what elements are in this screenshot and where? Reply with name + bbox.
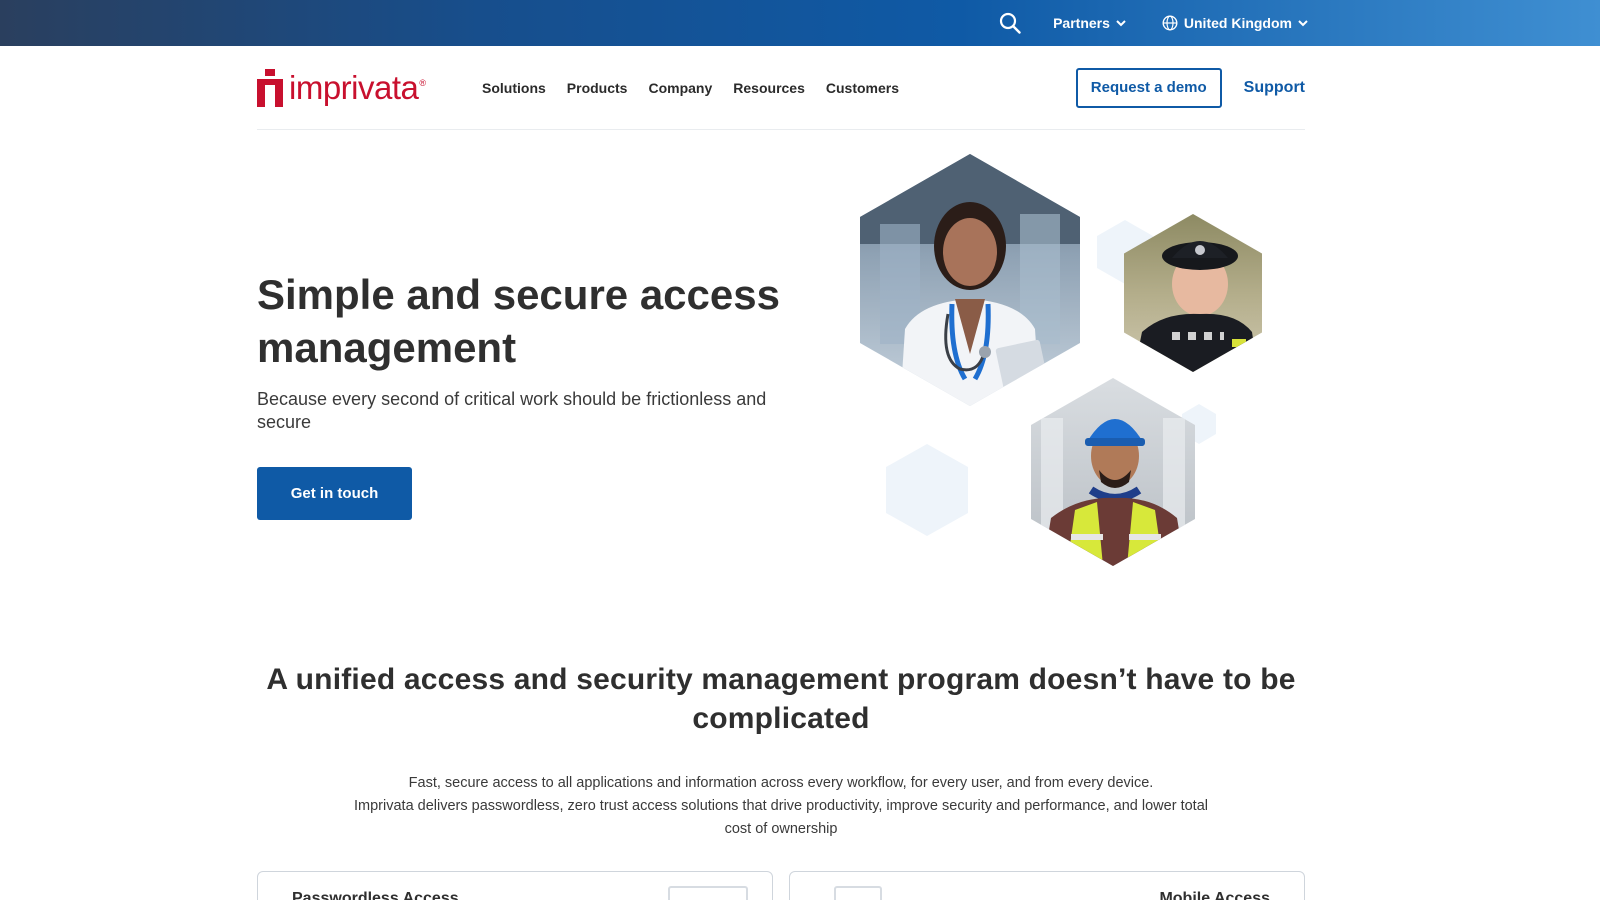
partners-menu[interactable]: Partners: [1053, 15, 1126, 31]
request-demo-button[interactable]: Request a demo: [1075, 67, 1222, 108]
primary-nav-links: Solutions Products Company Resources Cus…: [482, 80, 899, 96]
logo-mark-icon: [257, 68, 283, 107]
search-icon: [999, 12, 1021, 34]
section-heading: A unified access and security management…: [266, 663, 1296, 735]
nav-resources[interactable]: Resources: [733, 80, 805, 96]
imprivata-logo[interactable]: imprivata ®: [257, 66, 426, 110]
section-body: Fast, secure access to all applications …: [340, 772, 1222, 841]
card-title: Mobile Access: [1159, 890, 1270, 900]
logo-trademark: ®: [419, 77, 427, 88]
device-illustration: [668, 886, 748, 900]
chevron-down-icon: [1298, 19, 1308, 26]
section-body-line: Imprivata delivers passwordless, zero tr…: [354, 798, 1208, 837]
chevron-down-icon: [1116, 19, 1126, 26]
main-navigation: imprivata ® Solutions Products Company R…: [257, 46, 1305, 130]
feature-card-mobile[interactable]: Mobile Access: [789, 871, 1305, 900]
hero-title: Simple and secure access management: [257, 271, 780, 371]
doctor-photo: [860, 154, 1080, 406]
nav-solutions[interactable]: Solutions: [482, 80, 546, 96]
construction-worker-photo: [1031, 378, 1195, 566]
logo-text: imprivata: [289, 68, 419, 106]
section-body-line: Fast, secure access to all applications …: [408, 775, 1154, 791]
nav-actions: Request a demo Support: [1075, 67, 1305, 108]
card-title: Passwordless Access: [292, 890, 459, 900]
region-selector[interactable]: United Kingdom: [1162, 15, 1308, 31]
doctor-illustration: [860, 154, 1080, 406]
police-officer-illustration: [1134, 241, 1258, 372]
feature-card-passwordless[interactable]: Passwordless Access: [257, 871, 773, 900]
device-illustration: [834, 886, 882, 900]
support-link[interactable]: Support: [1244, 79, 1305, 97]
police-officer-photo: [1124, 214, 1262, 372]
construction-worker-illustration: [1041, 418, 1185, 566]
nav-products[interactable]: Products: [567, 80, 628, 96]
get-in-touch-button[interactable]: Get in touch: [257, 467, 412, 520]
search-button[interactable]: [997, 10, 1023, 36]
utility-bar: Partners United Kingdom: [0, 0, 1600, 46]
globe-icon: [1162, 15, 1178, 31]
decorative-hexagon: [886, 444, 968, 536]
partners-label: Partners: [1053, 15, 1110, 31]
hero-subtitle: Because every second of critical work sh…: [257, 389, 767, 432]
region-label: United Kingdom: [1183, 15, 1292, 31]
nav-company[interactable]: Company: [648, 80, 712, 96]
nav-customers[interactable]: Customers: [826, 80, 899, 96]
